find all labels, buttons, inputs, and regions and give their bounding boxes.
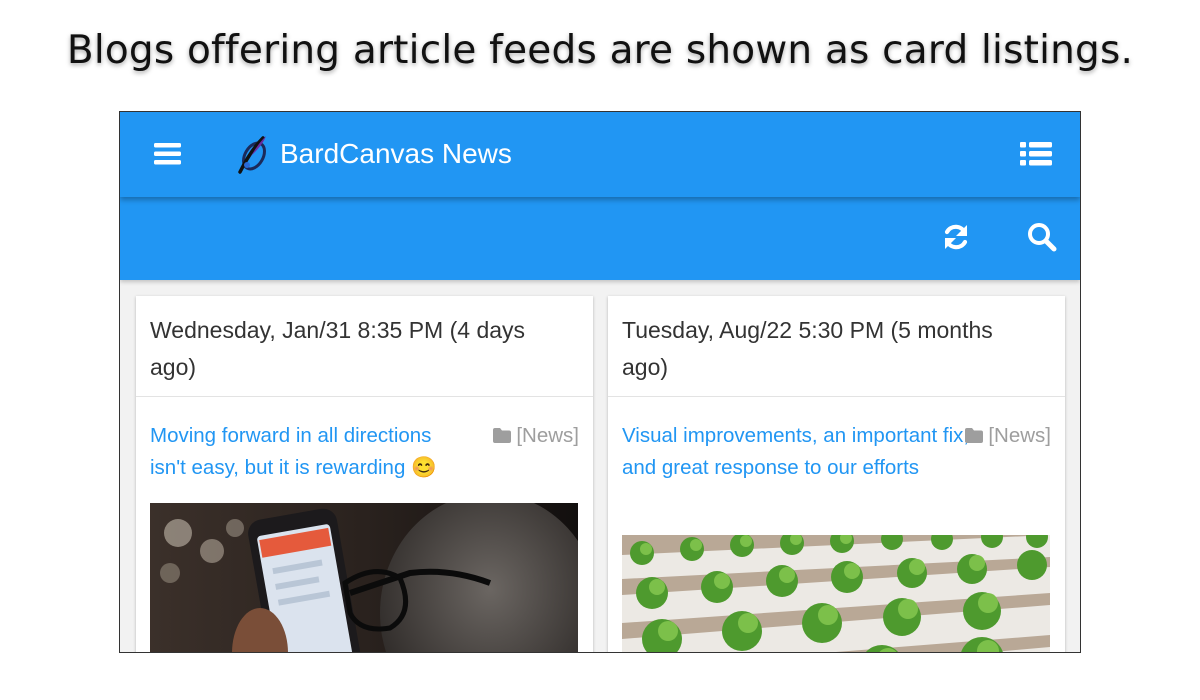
post-card: Tuesday, Aug/22 5:30 PM (5 months ago) V… xyxy=(608,296,1065,653)
post-card: Wednesday, Jan/31 8:35 PM (4 days ago) M… xyxy=(136,296,593,653)
card-divider xyxy=(136,396,593,397)
post-category-label: [News] xyxy=(988,424,1051,447)
post-thumbnail-image[interactable] xyxy=(622,535,1050,653)
folder-icon xyxy=(493,428,512,443)
post-category-link[interactable]: [News] xyxy=(492,420,579,452)
post-title-link[interactable]: Moving forward in all directions isn't e… xyxy=(150,420,460,483)
post-date: Wednesday, Jan/31 8:35 PM (4 days ago) xyxy=(150,317,526,380)
list-icon[interactable] xyxy=(1018,139,1054,169)
post-thumbnail-image[interactable] xyxy=(150,503,578,653)
hamburger-menu-icon[interactable] xyxy=(152,139,184,169)
card-divider xyxy=(608,396,1065,397)
secondary-toolbar xyxy=(120,197,1080,280)
top-app-bar: BardCanvas News xyxy=(120,112,1080,197)
folder-icon xyxy=(965,428,984,443)
site-logo[interactable] xyxy=(233,134,273,176)
refresh-icon[interactable] xyxy=(940,221,972,253)
post-date: Tuesday, Aug/22 5:30 PM (5 months ago) xyxy=(622,317,993,380)
post-category-link[interactable]: [News] xyxy=(964,420,1051,452)
page-caption: Blogs offering article feeds are shown a… xyxy=(66,28,1134,73)
post-title-link[interactable]: Visual improvements, an important fix, a… xyxy=(622,420,1002,483)
post-category-label: [News] xyxy=(516,424,579,447)
search-icon[interactable] xyxy=(1026,221,1058,253)
app-screenshot: BardCanvas News Wednesday, Jan/31 8:35 P… xyxy=(119,111,1081,653)
site-title[interactable]: BardCanvas News xyxy=(280,138,512,170)
